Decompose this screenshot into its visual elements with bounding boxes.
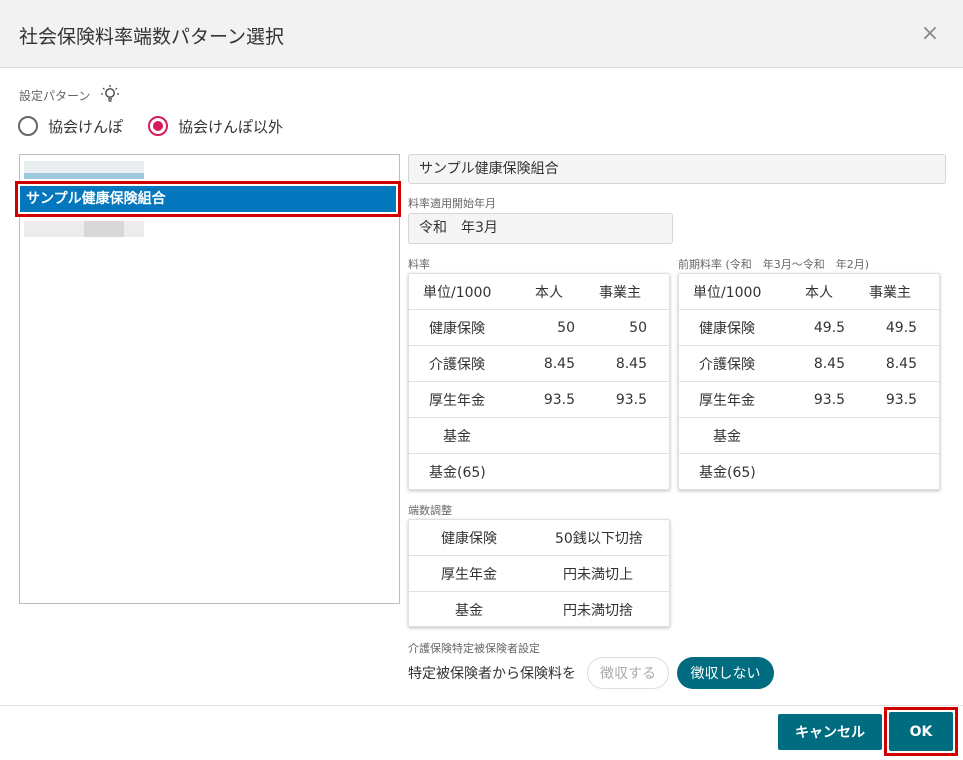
row-self: 8.45	[813, 355, 845, 372]
kaigo-label: 介護保険特定被保険者設定	[408, 642, 540, 655]
row-label: 基金(65)	[429, 465, 486, 481]
prev-rates-label: 前期料率 (令和 年3月～令和 年2月)	[678, 258, 870, 271]
row-value: 50銭以下切捨	[555, 530, 643, 547]
rates-label: 料率	[408, 258, 430, 271]
table-row: 健康保険 49.5 49.5	[679, 310, 939, 346]
dialog-header: 社会保険料率端数パターン選択 ×	[0, 0, 963, 68]
blurred-item	[24, 161, 144, 173]
header-unit: 単位/1000	[423, 284, 492, 301]
start-month-field[interactable]: 令和 年3月	[408, 213, 673, 244]
row-employer: 93.5	[615, 391, 647, 408]
radio-label: 協会けんぽ以外	[178, 117, 284, 136]
header-employer: 事業主	[869, 284, 911, 301]
row-label: 健康保険	[699, 320, 755, 337]
rate-pattern-dialog: 社会保険料率端数パターン選択 × 設定パターン 協会けんぽ 協会けんぽ以外 サン…	[0, 0, 963, 760]
table-row-header: 単位/1000 本人 事業主	[409, 274, 669, 310]
prev-rates-table: 単位/1000 本人 事業主 健康保険 49.5 49.5 介護保険 8.45 …	[678, 273, 940, 490]
list-item-label: サンプル健康保険組合	[20, 186, 396, 212]
radio-kyokai-kenpo[interactable]: 協会けんぽ	[18, 114, 123, 138]
row-employer: 8.45	[885, 355, 917, 372]
row-employer: 8.45	[615, 355, 647, 372]
table-row: 健康保険 50 50	[409, 310, 669, 346]
rounding-label: 端数調整	[408, 504, 452, 517]
table-row: 基金	[679, 418, 939, 454]
table-row: 健康保険 50銭以下切捨	[409, 520, 669, 556]
rounding-table: 健康保険 50銭以下切捨 厚生年金 円未満切上 基金 円未満切捨	[408, 519, 670, 627]
table-row-header: 単位/1000 本人 事業主	[679, 274, 939, 310]
insurer-list[interactable]	[19, 154, 400, 604]
row-employer: 50	[629, 319, 647, 336]
rates-table: 単位/1000 本人 事業主 健康保険 50 50 介護保険 8.45 8.45…	[408, 273, 670, 490]
row-self: 93.5	[543, 391, 575, 408]
row-self: 8.45	[543, 355, 575, 372]
table-row: 基金	[409, 418, 669, 454]
row-self: 93.5	[813, 391, 845, 408]
row-self: 49.5	[813, 319, 845, 336]
start-month-label: 料率適用開始年月	[408, 197, 496, 210]
row-label: 基金	[443, 428, 471, 445]
row-label: 基金(65)	[699, 465, 756, 481]
insurer-name-field[interactable]: サンプル健康保険組合	[408, 154, 946, 184]
footer-divider	[0, 705, 963, 706]
table-row: 厚生年金 93.5 93.5	[409, 382, 669, 418]
list-item-selected[interactable]: サンプル健康保険組合	[15, 181, 401, 217]
row-label: 基金	[713, 428, 741, 445]
row-label: 介護保険	[429, 356, 485, 373]
row-label: 基金	[455, 603, 483, 619]
header-self: 本人	[805, 284, 833, 301]
row-label: 介護保険	[699, 356, 755, 373]
row-employer: 49.5	[885, 319, 917, 336]
close-icon[interactable]: ×	[916, 20, 944, 48]
header-employer: 事業主	[599, 284, 641, 301]
table-row: 基金(65)	[409, 454, 669, 490]
radio-label: 協会けんぽ	[48, 117, 124, 136]
table-row: 基金 円未満切捨	[409, 592, 669, 628]
radio-kyokai-kenpo-other[interactable]: 協会けんぽ以外	[148, 114, 283, 138]
lightbulb-icon[interactable]	[100, 84, 120, 104]
row-label: 厚生年金	[699, 392, 755, 409]
kaigo-prompt: 特定被保険者から保険料を	[408, 666, 576, 682]
table-row: 厚生年金 円未満切上	[409, 556, 669, 592]
blurred-item	[24, 173, 144, 179]
ok-button[interactable]: OK	[889, 712, 953, 751]
row-label: 厚生年金	[429, 392, 485, 409]
not-collect-button[interactable]: 徴収しない	[677, 657, 774, 689]
header-self: 本人	[535, 284, 563, 301]
row-value: 円未満切上	[563, 566, 633, 583]
row-value: 円未満切捨	[563, 603, 633, 619]
table-row: 厚生年金 93.5 93.5	[679, 382, 939, 418]
blurred-item	[84, 221, 124, 237]
table-row: 介護保険 8.45 8.45	[679, 346, 939, 382]
row-self: 50	[557, 319, 575, 336]
header-unit: 単位/1000	[693, 284, 762, 301]
row-employer: 93.5	[885, 391, 917, 408]
table-row: 介護保険 8.45 8.45	[409, 346, 669, 382]
cancel-button[interactable]: キャンセル	[778, 714, 882, 750]
radio-circle[interactable]	[148, 116, 168, 136]
table-row: 基金(65)	[679, 454, 939, 490]
pattern-label: 設定パターン	[19, 89, 91, 103]
collect-button[interactable]: 徴収する	[587, 657, 669, 689]
radio-circle[interactable]	[18, 116, 38, 136]
row-label: 厚生年金	[441, 566, 497, 583]
dialog-title: 社会保険料率端数パターン選択	[19, 26, 285, 48]
row-label: 健康保険	[441, 530, 497, 547]
row-label: 健康保険	[429, 320, 485, 337]
